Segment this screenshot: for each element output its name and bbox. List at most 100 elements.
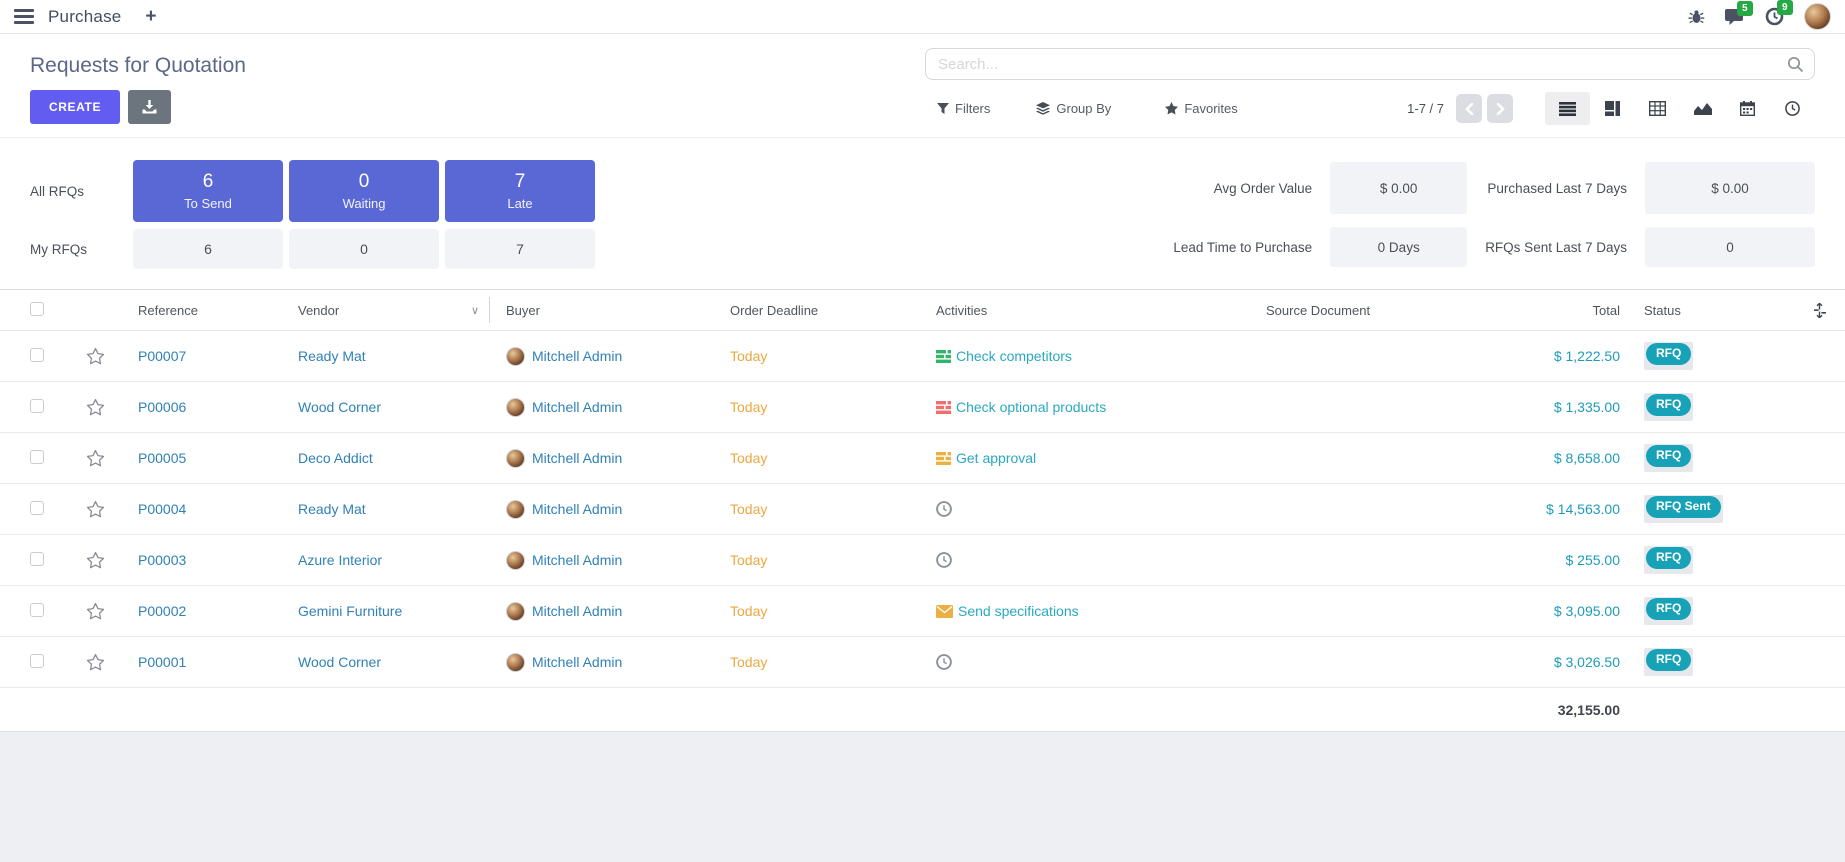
row-checkbox[interactable] <box>30 501 44 515</box>
page-title: Requests for Quotation <box>30 54 925 78</box>
reference-link[interactable]: P00003 <box>122 552 282 568</box>
reference-link[interactable]: P00005 <box>122 450 282 466</box>
vendor-link[interactable]: Gemini Furniture <box>282 603 490 619</box>
reference-link[interactable]: P00007 <box>122 348 282 364</box>
row-checkbox[interactable] <box>30 654 44 668</box>
row-checkbox[interactable] <box>30 450 44 464</box>
row-checkbox[interactable] <box>30 603 44 617</box>
activity-label[interactable]: Check competitors <box>956 348 1072 364</box>
column-activities[interactable]: Activities <box>920 303 1250 318</box>
create-button[interactable]: CREATE <box>30 90 120 124</box>
favorite-toggle[interactable] <box>70 551 122 570</box>
buyer-name[interactable]: Mitchell Admin <box>532 654 622 670</box>
vendor-link[interactable]: Azure Interior <box>282 552 490 568</box>
vendor-link[interactable]: Wood Corner <box>282 399 490 415</box>
activity-cell[interactable]: Check optional products <box>920 399 1250 415</box>
messages-icon[interactable]: 5 <box>1725 8 1745 26</box>
favorite-toggle[interactable] <box>70 500 122 519</box>
table-row[interactable]: P00005Deco AddictMitchell AdminTodayGet … <box>0 433 1845 484</box>
search-input[interactable] <box>926 49 1814 79</box>
list-view-button[interactable] <box>1545 92 1590 125</box>
column-vendor[interactable]: Vendor∨ <box>298 297 490 323</box>
tile-late[interactable]: 7Late <box>445 160 595 222</box>
buyer-name[interactable]: Mitchell Admin <box>532 450 622 466</box>
favorite-toggle[interactable] <box>70 653 122 672</box>
row-checkbox[interactable] <box>30 348 44 362</box>
table-row[interactable]: P00002Gemini FurnitureMitchell AdminToda… <box>0 586 1845 637</box>
calendar-view-button[interactable] <box>1725 92 1770 125</box>
activities-clock-icon[interactable]: 9 <box>1765 7 1784 26</box>
favorite-toggle[interactable] <box>70 602 122 621</box>
vendor-link[interactable]: Deco Addict <box>282 450 490 466</box>
favorite-toggle[interactable] <box>70 449 122 468</box>
table-row[interactable]: P00001Wood CornerMitchell AdminToday$ 3,… <box>0 637 1845 688</box>
column-order-deadline[interactable]: Order Deadline <box>714 303 920 318</box>
table-row[interactable]: P00003Azure InteriorMitchell AdminToday$… <box>0 535 1845 586</box>
activity-label[interactable]: Check optional products <box>956 399 1106 415</box>
group-by-button[interactable]: Group By <box>1036 101 1111 116</box>
activity-cell[interactable] <box>920 501 1250 517</box>
activity-cell[interactable]: Send specifications <box>920 603 1250 619</box>
buyer-cell[interactable]: Mitchell Admin <box>490 653 714 672</box>
table-row[interactable]: P00007Ready MatMitchell AdminTodayCheck … <box>0 331 1845 382</box>
reference-link[interactable]: P00004 <box>122 501 282 517</box>
vendor-link[interactable]: Wood Corner <box>282 654 490 670</box>
purchase-dashboard: All RFQs 6To Send 0Waiting 7Late My RFQs… <box>0 138 1845 289</box>
pager-previous-button[interactable] <box>1456 94 1482 123</box>
buyer-name[interactable]: Mitchell Admin <box>532 501 622 517</box>
buyer-cell[interactable]: Mitchell Admin <box>490 347 714 366</box>
activity-cell[interactable]: Get approval <box>920 450 1250 466</box>
search-icon[interactable] <box>1787 56 1804 73</box>
buyer-cell[interactable]: Mitchell Admin <box>490 500 714 519</box>
buyer-name[interactable]: Mitchell Admin <box>532 399 622 415</box>
graph-view-button[interactable] <box>1680 92 1725 125</box>
app-name[interactable]: Purchase <box>48 7 121 27</box>
optional-columns-button[interactable] <box>1794 303 1845 318</box>
buyer-name[interactable]: Mitchell Admin <box>532 348 622 364</box>
user-avatar[interactable] <box>1804 3 1831 30</box>
pivot-view-button[interactable] <box>1635 92 1680 125</box>
apps-menu-icon[interactable] <box>14 9 34 24</box>
column-buyer[interactable]: Buyer <box>490 303 714 318</box>
buyer-cell[interactable]: Mitchell Admin <box>490 398 714 417</box>
table-row[interactable]: P00004Ready MatMitchell AdminToday$ 14,5… <box>0 484 1845 535</box>
favorite-toggle[interactable] <box>70 398 122 417</box>
activity-view-button[interactable] <box>1770 92 1815 125</box>
filters-button[interactable]: Filters <box>937 101 990 116</box>
select-all-checkbox[interactable] <box>30 302 44 316</box>
buyer-cell[interactable]: Mitchell Admin <box>490 551 714 570</box>
column-total[interactable]: Total <box>1430 303 1620 318</box>
reference-link[interactable]: P00001 <box>122 654 282 670</box>
activity-cell[interactable] <box>920 552 1250 568</box>
vendor-link[interactable]: Ready Mat <box>282 501 490 517</box>
row-checkbox[interactable] <box>30 399 44 413</box>
debug-bug-icon[interactable] <box>1688 9 1705 25</box>
export-button[interactable] <box>128 90 171 124</box>
favorites-button[interactable]: Favorites <box>1165 101 1237 116</box>
buyer-name[interactable]: Mitchell Admin <box>532 603 622 619</box>
column-source-document[interactable]: Source Document <box>1250 303 1430 318</box>
reference-link[interactable]: P00006 <box>122 399 282 415</box>
kanban-view-button[interactable] <box>1590 92 1635 125</box>
activity-label[interactable]: Send specifications <box>958 603 1079 619</box>
tile-to-send[interactable]: 6To Send <box>133 160 283 222</box>
column-status[interactable]: Status <box>1620 303 1794 318</box>
new-tab-icon[interactable]: + <box>145 6 156 28</box>
buyer-cell[interactable]: Mitchell Admin <box>490 602 714 621</box>
buyer-cell[interactable]: Mitchell Admin <box>490 449 714 468</box>
tile-my-to-send[interactable]: 6 <box>133 229 283 269</box>
activity-cell[interactable] <box>920 654 1250 670</box>
activity-cell[interactable]: Check competitors <box>920 348 1250 364</box>
table-row[interactable]: P00006Wood CornerMitchell AdminTodayChec… <box>0 382 1845 433</box>
reference-link[interactable]: P00002 <box>122 603 282 619</box>
tile-my-late[interactable]: 7 <box>445 229 595 269</box>
tile-waiting[interactable]: 0Waiting <box>289 160 439 222</box>
tile-my-waiting[interactable]: 0 <box>289 229 439 269</box>
column-reference[interactable]: Reference <box>122 303 282 318</box>
pager-next-button[interactable] <box>1487 94 1513 123</box>
activity-label[interactable]: Get approval <box>956 450 1036 466</box>
row-checkbox[interactable] <box>30 552 44 566</box>
favorite-toggle[interactable] <box>70 347 122 366</box>
buyer-name[interactable]: Mitchell Admin <box>532 552 622 568</box>
vendor-link[interactable]: Ready Mat <box>282 348 490 364</box>
